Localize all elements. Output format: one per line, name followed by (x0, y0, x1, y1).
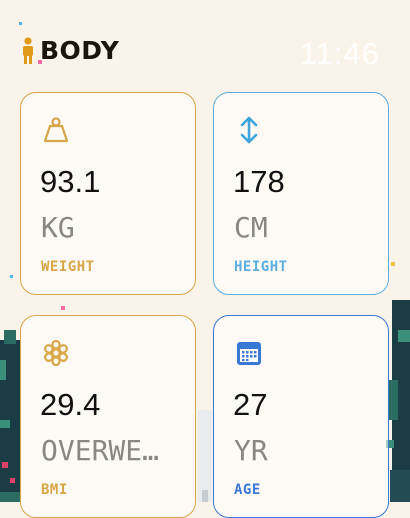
person-icon (23, 36, 33, 64)
title-group: BODY (20, 36, 119, 65)
weight-card[interactable]: 93.1 KG WEIGHT (20, 92, 196, 295)
weight-unit: KG (41, 211, 75, 244)
height-unit: CM (234, 211, 268, 244)
up-down-arrow-icon (240, 116, 258, 144)
bmi-label: BMI (41, 482, 68, 498)
age-value: 27 (233, 387, 268, 422)
age-card[interactable]: 27 YR AGE (213, 315, 389, 518)
bmi-category: OVERWE… (41, 434, 160, 467)
weight-label: WEIGHT (41, 259, 95, 275)
app-header: BODY 11:46 (20, 36, 380, 71)
bmi-card[interactable]: 29.4 OVERWE… BMI (20, 315, 196, 518)
height-value: 178 (233, 164, 285, 199)
asterisk-icon (44, 339, 68, 367)
bmi-value: 29.4 (40, 387, 101, 422)
age-label: AGE (234, 482, 261, 498)
page-title: BODY (40, 36, 120, 65)
weight-value: 93.1 (40, 164, 101, 199)
height-card[interactable]: 178 CM HEIGHT (213, 92, 389, 295)
height-label: HEIGHT (234, 259, 288, 275)
weight-icon (43, 117, 69, 143)
calendar-icon (237, 342, 261, 365)
clock-time: 11:46 (299, 36, 380, 71)
age-unit: YR (234, 434, 268, 467)
